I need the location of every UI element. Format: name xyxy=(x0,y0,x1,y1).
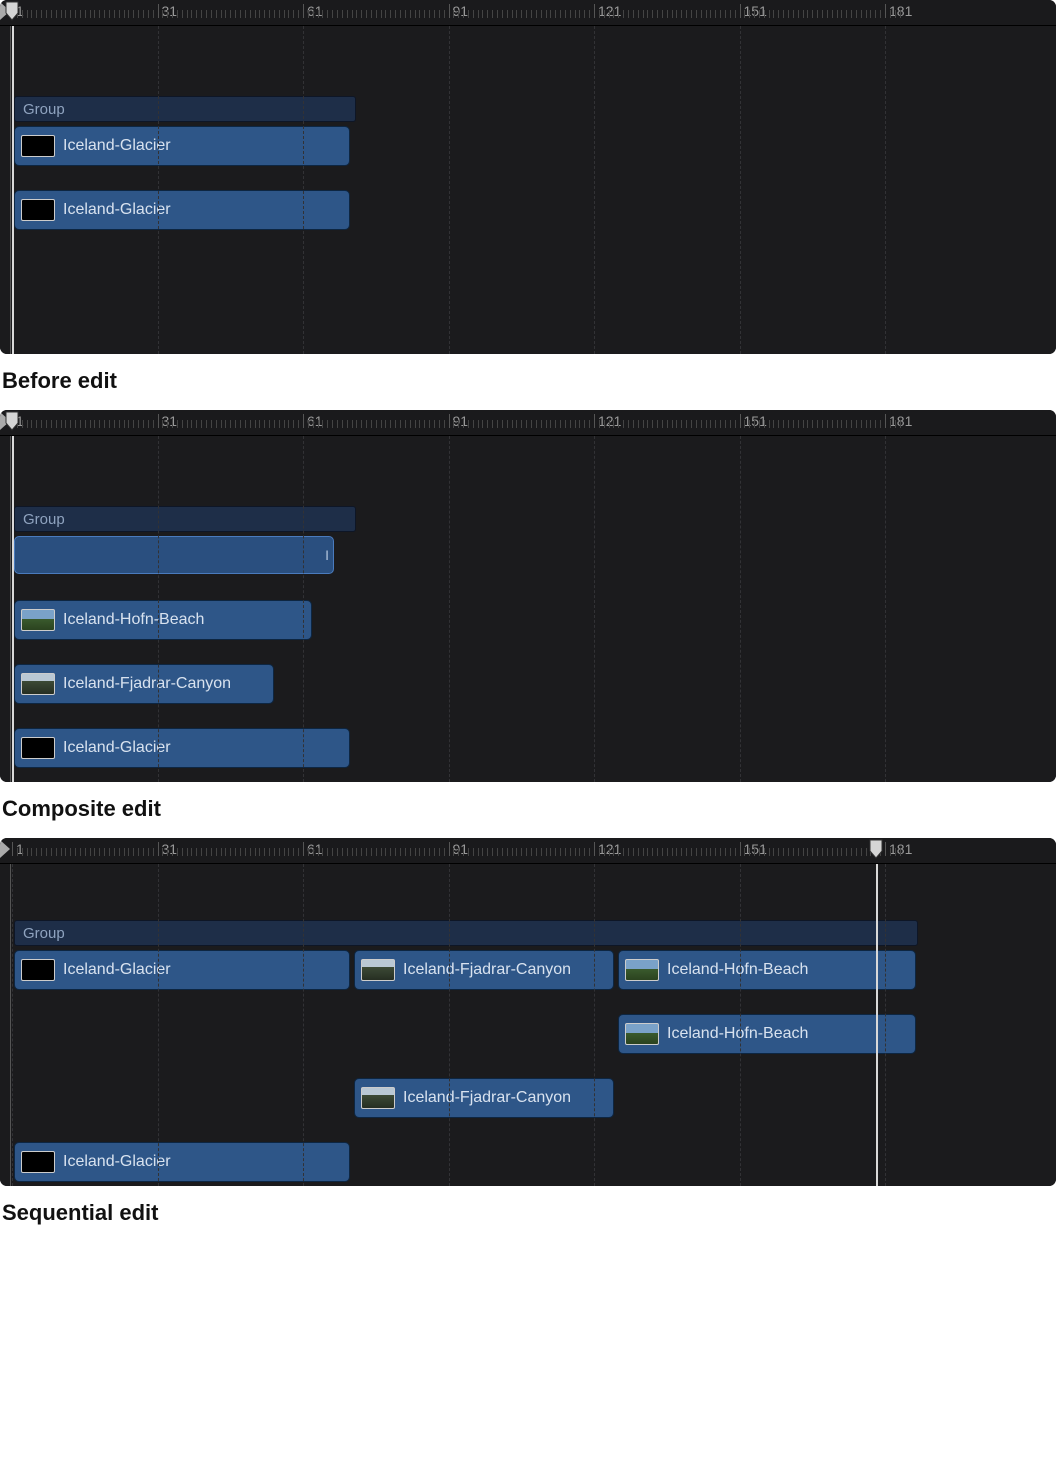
playhead-line[interactable] xyxy=(12,436,14,782)
group-header[interactable]: Group xyxy=(14,920,918,946)
timeline-ruler[interactable]: 1316191121151181 xyxy=(0,410,1056,436)
tracks-area[interactable]: Group Iceland-Glacier Iceland-Fjadrar-Ca… xyxy=(0,864,1056,1186)
group-label: Group xyxy=(23,511,65,528)
ruler-label: 61 xyxy=(307,841,323,857)
thumbnail-icon xyxy=(21,609,55,631)
ruler-label: 181 xyxy=(889,3,912,19)
caption-composite: Composite edit xyxy=(0,782,1056,838)
clip-label: Iceland-Glacier xyxy=(63,1153,171,1171)
thumbnail-icon xyxy=(21,959,55,981)
clip-iceland-glacier[interactable]: Iceland-Glacier xyxy=(14,1142,350,1182)
clip-iceland-hofn-beach[interactable]: Iceland-Hofn-Beach xyxy=(14,600,312,640)
playhead-icon[interactable] xyxy=(5,411,19,431)
clip-label: Iceland-Fjadrar-Canyon xyxy=(63,675,231,693)
group-label: Group xyxy=(23,101,65,118)
range-start-icon[interactable] xyxy=(0,840,10,858)
clip-label: Iceland-Hofn-Beach xyxy=(667,1025,808,1043)
clip-label: Iceland-Glacier xyxy=(63,739,171,757)
clip-iceland-glacier[interactable]: Iceland-Glacier xyxy=(14,728,350,768)
timeline-panel-sequential: 1316191121151181 Group Iceland-Glacier I… xyxy=(0,838,1056,1186)
ruler-label: 91 xyxy=(453,413,469,429)
thumbnail-icon xyxy=(361,959,395,981)
ruler-label: 31 xyxy=(162,413,178,429)
ruler-label: 61 xyxy=(307,413,323,429)
thumbnail-icon xyxy=(625,1023,659,1045)
clip-iceland-hofn-beach[interactable]: Iceland-Hofn-Beach xyxy=(618,1014,916,1054)
playhead-icon[interactable] xyxy=(869,839,883,859)
caption-before: Before edit xyxy=(0,354,1056,410)
clip-label: Iceland-Hofn-Beach xyxy=(63,611,204,629)
ruler-label: 91 xyxy=(453,841,469,857)
left-edge xyxy=(10,864,11,1186)
clip-label: Iceland-Glacier xyxy=(63,961,171,979)
ruler-label: 61 xyxy=(307,3,323,19)
ruler-label: 181 xyxy=(889,413,912,429)
thumbnail-icon xyxy=(361,1087,395,1109)
clip-iceland-hofn-beach[interactable]: Iceland-Hofn-Beach xyxy=(618,950,916,990)
clip-selected-placeholder[interactable]: I xyxy=(14,536,334,574)
clip-label: Iceland-Glacier xyxy=(63,201,171,219)
ruler-label: 31 xyxy=(162,3,178,19)
clip-iceland-glacier[interactable]: Iceland-Glacier xyxy=(14,126,350,166)
clip-iceland-glacier[interactable]: Iceland-Glacier xyxy=(14,190,350,230)
left-edge xyxy=(10,436,11,782)
ruler-label: 91 xyxy=(453,3,469,19)
clip-iceland-glacier[interactable]: Iceland-Glacier xyxy=(14,950,350,990)
timeline-panel-before: 1316191121151181 Group Iceland-Glacier I… xyxy=(0,0,1056,354)
playhead-line[interactable] xyxy=(12,26,14,354)
clip-handle-icon[interactable]: I xyxy=(325,547,329,563)
left-edge xyxy=(10,26,11,354)
ruler-label: 31 xyxy=(162,841,178,857)
thumbnail-icon xyxy=(21,199,55,221)
thumbnail-icon xyxy=(625,959,659,981)
thumbnail-icon xyxy=(21,737,55,759)
thumbnail-icon xyxy=(21,135,55,157)
group-header[interactable]: Group xyxy=(14,506,356,532)
clip-iceland-fjadrar-canyon[interactable]: Iceland-Fjadrar-Canyon xyxy=(354,1078,614,1118)
clip-label: Iceland-Glacier xyxy=(63,137,171,155)
caption-sequential: Sequential edit xyxy=(0,1186,1056,1242)
clip-label: Iceland-Fjadrar-Canyon xyxy=(403,961,571,979)
tracks-area[interactable]: Group I Iceland-Hofn-Beach Iceland-Fjadr… xyxy=(0,436,1056,782)
clip-iceland-fjadrar-canyon[interactable]: Iceland-Fjadrar-Canyon xyxy=(354,950,614,990)
clip-label: Iceland-Hofn-Beach xyxy=(667,961,808,979)
timeline-ruler[interactable]: 1316191121151181 xyxy=(0,838,1056,864)
thumbnail-icon xyxy=(21,1151,55,1173)
thumbnail-icon xyxy=(21,673,55,695)
group-label: Group xyxy=(23,925,65,942)
clip-label: Iceland-Fjadrar-Canyon xyxy=(403,1089,571,1107)
timeline-panel-composite: 1316191121151181 Group I Iceland-Hofn-Be… xyxy=(0,410,1056,782)
clip-iceland-fjadrar-canyon[interactable]: Iceland-Fjadrar-Canyon xyxy=(14,664,274,704)
playhead-line[interactable] xyxy=(876,864,878,1186)
timeline-ruler[interactable]: 1316191121151181 xyxy=(0,0,1056,26)
playhead-icon[interactable] xyxy=(5,1,19,21)
ruler-label: 181 xyxy=(889,841,912,857)
tracks-area[interactable]: Group Iceland-Glacier Iceland-Glacier xyxy=(0,26,1056,354)
group-header[interactable]: Group xyxy=(14,96,356,122)
